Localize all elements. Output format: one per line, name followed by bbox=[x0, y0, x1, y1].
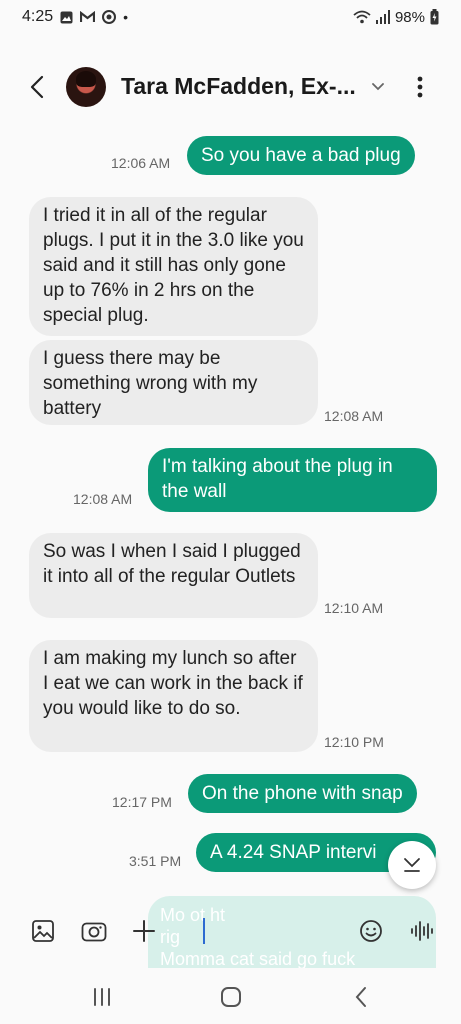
chevron-down-icon[interactable] bbox=[368, 77, 388, 97]
message-time: 12:10 PM bbox=[324, 734, 384, 750]
camera-icon[interactable] bbox=[80, 917, 108, 945]
signal-icon bbox=[375, 10, 390, 24]
message-bubble-outgoing[interactable]: I'm talking about the plug in the wall bbox=[148, 448, 437, 512]
chevron-down-icon bbox=[404, 858, 420, 872]
message-time: 3:51 PM bbox=[129, 853, 182, 869]
wifi-icon bbox=[353, 10, 371, 24]
gallery-icon[interactable] bbox=[29, 917, 57, 945]
message-bubble-outgoing[interactable]: So you have a bad plug bbox=[187, 136, 415, 175]
message-bubble-incoming[interactable]: I am making my lunch so after I eat we c… bbox=[29, 640, 318, 752]
conversation-header: Tara McFadden, Ex-... bbox=[0, 58, 461, 116]
message-time: 12:08 AM bbox=[73, 491, 133, 507]
message-bubble-incoming[interactable]: I tried it in all of the regular plugs. … bbox=[29, 197, 318, 336]
message-time: 12:06 AM bbox=[111, 155, 171, 171]
gmail-notification-icon bbox=[80, 11, 96, 23]
avatar[interactable] bbox=[66, 67, 106, 107]
text-input-cursor[interactable] bbox=[203, 918, 205, 944]
draft-message-preview: Mo ot ht rig Momma cat said go fuck bbox=[148, 896, 436, 968]
message-bubble-incoming[interactable]: So was I when I said I plugged it into a… bbox=[29, 533, 318, 618]
scroll-to-bottom-button[interactable] bbox=[388, 841, 436, 889]
system-navigation-bar bbox=[0, 968, 461, 1024]
message-bubble-incoming[interactable]: I guess there may be something wrong wit… bbox=[29, 340, 318, 425]
recent-apps-icon[interactable] bbox=[87, 982, 117, 1012]
message-time: 12:17 PM bbox=[112, 794, 172, 810]
message-time: 12:08 AM bbox=[324, 408, 384, 424]
status-bar: 4:25 • 98% bbox=[0, 0, 461, 34]
back-arrow-icon[interactable] bbox=[22, 72, 52, 102]
battery-charging-icon bbox=[430, 9, 439, 25]
voice-icon[interactable] bbox=[409, 917, 437, 945]
status-time: 4:25 bbox=[22, 8, 54, 25]
more-vert-icon[interactable] bbox=[408, 72, 432, 102]
message-time: 12:10 AM bbox=[324, 600, 384, 616]
message-list[interactable]: 12:06 AM So you have a bad plug I tried … bbox=[0, 120, 461, 890]
draft-line: Momma cat said go fuck bbox=[160, 949, 356, 968]
message-bubble-outgoing[interactable]: On the phone with snap bbox=[188, 774, 417, 813]
back-icon[interactable] bbox=[346, 982, 376, 1012]
app-notification-icon bbox=[102, 10, 117, 24]
contact-name[interactable]: Tara McFadden, Ex-... bbox=[121, 73, 356, 100]
battery-percent: 98% bbox=[394, 8, 425, 26]
status-more-dot: • bbox=[123, 9, 129, 25]
add-icon[interactable] bbox=[130, 917, 158, 945]
home-icon[interactable] bbox=[216, 982, 246, 1012]
emoji-icon[interactable] bbox=[357, 917, 385, 945]
gallery-notification-icon bbox=[60, 11, 73, 24]
